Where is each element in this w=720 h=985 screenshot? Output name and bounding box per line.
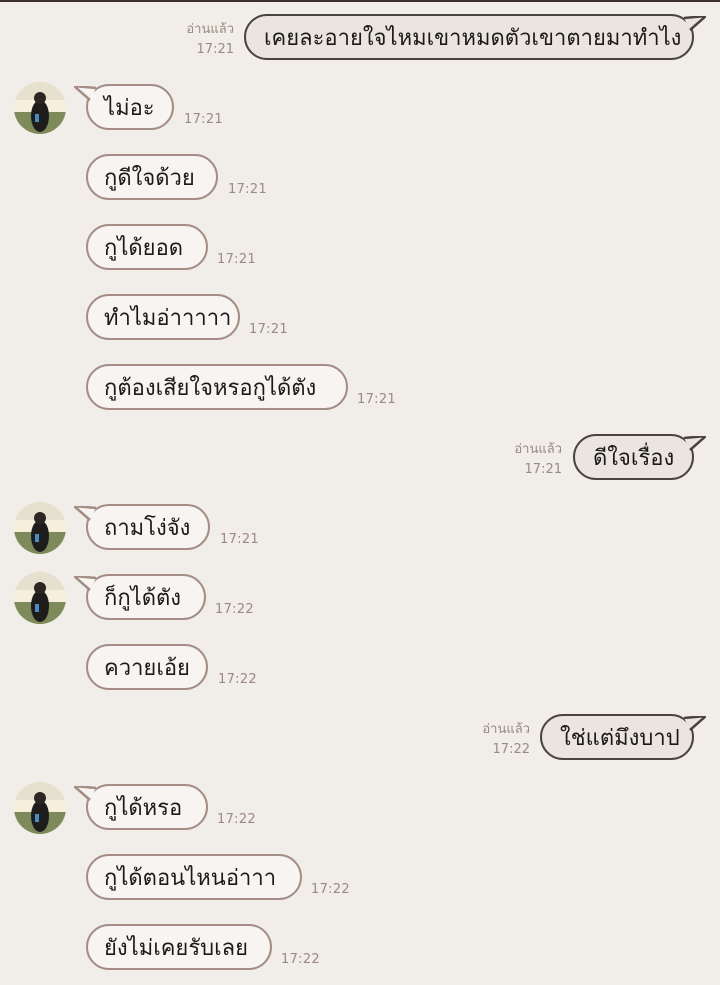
bubble-tail-icon [684, 436, 706, 451]
incoming-message-bubble[interactable]: ไม่อะ [74, 84, 174, 130]
message-time: 17:21 [249, 322, 288, 337]
message-text: ยังไม่เคยรับเลย [104, 935, 248, 961]
incoming-message-bubble[interactable]: กูดีใจด้วย [86, 154, 218, 200]
message-text: เคยละอายใจไหมเขาหมดตัวเขาตายมาทำไง [264, 25, 682, 51]
message-time: 17:21 [217, 252, 256, 267]
message-time: 17:22 [215, 602, 254, 617]
incoming-message-bubble[interactable]: ก็กูได้ตัง [74, 574, 206, 620]
bubble-tail-icon [74, 86, 96, 101]
message-row: กูได้ตอนไหนอ่าาา 17:22 [0, 850, 720, 906]
message-text: กูได้ตอนไหนอ่าาา [104, 865, 277, 891]
read-receipt: อ่านแล้ว 17:21 [154, 20, 234, 60]
contact-avatar[interactable] [14, 782, 66, 834]
read-label: อ่านแล้ว [514, 442, 562, 457]
message-text: ใช่แต่มึงบาป [560, 725, 680, 751]
message-text: ควายเอ้ย [104, 655, 190, 681]
read-receipt: อ่านแล้ว 17:21 [482, 440, 562, 480]
avatar-image [14, 502, 66, 554]
message-row: อ่านแล้ว 17:21 เคยละอายใจไหมเขาหมดตัวเขา… [0, 10, 720, 66]
incoming-message-bubble[interactable]: ควายเอ้ย [86, 644, 208, 690]
incoming-message-bubble[interactable]: ถามโง่จัง [74, 504, 210, 550]
incoming-message-bubble[interactable]: กูได้หรอ [74, 784, 208, 830]
message-text: ไม่อะ [104, 95, 155, 121]
avatar-image [14, 82, 66, 134]
message-time: 17:22 [311, 882, 350, 897]
message-text: ก็กูได้ตัง [104, 585, 182, 611]
contact-avatar[interactable] [14, 502, 66, 554]
message-row: กูได้หรอ 17:22 [0, 780, 720, 836]
message-row: กูต้องเสียใจหรอกูได้ตัง 17:21 [0, 360, 720, 416]
bubble-tail-icon [74, 506, 96, 521]
incoming-message-bubble[interactable]: กูได้ตอนไหนอ่าาา [86, 854, 302, 900]
message-time: 17:21 [196, 42, 234, 57]
incoming-message-bubble[interactable]: กูได้ยอด [86, 224, 208, 270]
message-row: อ่านแล้ว 17:22 ใช่แต่มึงบาป [0, 710, 720, 766]
incoming-message-bubble[interactable]: กูต้องเสียใจหรอกูได้ตัง [86, 364, 348, 410]
bubble-tail-icon [74, 576, 96, 591]
message-row: ทำไมอ่าาาาา 17:21 [0, 290, 720, 346]
message-row: ถามโง่จัง 17:21 [0, 500, 720, 556]
top-divider [0, 0, 720, 2]
message-time: 17:22 [281, 952, 320, 967]
message-text: กูต้องเสียใจหรอกูได้ตัง [104, 375, 317, 401]
incoming-message-bubble[interactable]: ทำไมอ่าาาาา [86, 294, 240, 340]
read-label: อ่านแล้ว [186, 22, 234, 37]
avatar-image [14, 782, 66, 834]
message-time: 17:21 [228, 182, 267, 197]
bubble-tail-icon [684, 716, 706, 731]
message-time: 17:22 [218, 672, 257, 687]
message-row: อ่านแล้ว 17:21 ดีใจเรื่อง [0, 430, 720, 486]
message-text: ดีใจเรื่อง [593, 445, 675, 471]
message-text: ทำไมอ่าาาาา [104, 305, 232, 331]
outgoing-message-bubble[interactable]: ดีใจเรื่อง [573, 434, 706, 480]
message-text: กูดีใจด้วย [104, 165, 195, 191]
message-time: 17:21 [184, 112, 223, 127]
message-text: กูได้หรอ [104, 795, 183, 821]
message-row: กูได้ยอด 17:21 [0, 220, 720, 276]
message-time: 17:21 [524, 462, 562, 477]
message-time: 17:21 [357, 392, 396, 407]
message-time: 17:22 [217, 812, 256, 827]
message-row: ไม่อะ 17:21 [0, 80, 720, 136]
bubble-tail-icon [684, 16, 706, 31]
contact-avatar[interactable] [14, 572, 66, 624]
message-row: กูดีใจด้วย 17:21 [0, 150, 720, 206]
outgoing-message-bubble[interactable]: เคยละอายใจไหมเขาหมดตัวเขาตายมาทำไง [244, 14, 706, 60]
message-text: กูได้ยอด [104, 235, 184, 261]
message-time: 17:22 [492, 742, 530, 757]
message-row: ก็กูได้ตัง 17:22 [0, 570, 720, 626]
outgoing-message-bubble[interactable]: ใช่แต่มึงบาป [540, 714, 706, 760]
bubble-tail-icon [74, 786, 96, 801]
avatar-image [14, 572, 66, 624]
read-receipt: อ่านแล้ว 17:22 [450, 720, 530, 760]
message-time: 17:21 [220, 532, 259, 547]
read-label: อ่านแล้ว [482, 722, 530, 737]
contact-avatar[interactable] [14, 82, 66, 134]
message-row: ยังไม่เคยรับเลย 17:22 [0, 920, 720, 976]
message-row: ควายเอ้ย 17:22 [0, 640, 720, 696]
incoming-message-bubble[interactable]: ยังไม่เคยรับเลย [86, 924, 272, 970]
message-text: ถามโง่จัง [104, 515, 191, 541]
